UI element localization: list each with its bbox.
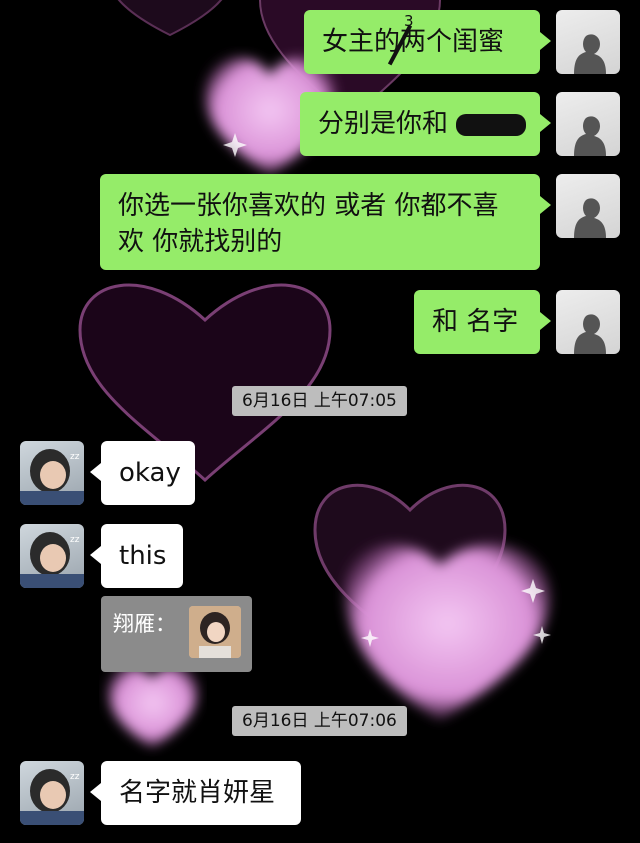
- message-bubble-friend[interactable]: 名字就肖妍星: [101, 761, 301, 825]
- strikethrough-text: 两3: [387, 13, 426, 66]
- message-text: 和 名字: [432, 307, 519, 337]
- timestamp: 6月16日 上午07:05: [232, 386, 407, 416]
- message-bubble-self[interactable]: 女主的两 3 个闺蜜: [304, 10, 540, 74]
- message-text: this: [119, 541, 167, 571]
- message-text-line: 你选一张你喜欢的 或者 你都不喜: [118, 191, 499, 221]
- message-text: 个闺蜜: [426, 27, 505, 57]
- message-text: 女主的: [322, 27, 401, 57]
- svg-text:zz: zz: [70, 452, 80, 462]
- correction-mark: 3: [404, 12, 414, 30]
- message-text: okay: [119, 458, 181, 488]
- timestamp: 6月16日 上午07:06: [232, 706, 407, 736]
- quoted-image-thumbnail[interactable]: [189, 606, 241, 658]
- quote-sender-label: 翔雁：: [113, 612, 176, 636]
- self-avatar-icon[interactable]: [556, 92, 620, 156]
- message-text-line: 欢 你就找别的: [118, 227, 283, 257]
- heart-decoration-icon: [117, 0, 223, 37]
- message-bubble-friend[interactable]: this: [101, 524, 183, 588]
- redacted-scribble: [456, 114, 526, 136]
- svg-text:zz: zz: [70, 772, 80, 782]
- svg-text:zz: zz: [70, 535, 80, 545]
- heart-decoration-icon: [108, 666, 198, 748]
- friend-avatar-icon[interactable]: zz: [20, 441, 84, 505]
- message-bubble-self[interactable]: 你选一张你喜欢的 或者 你都不喜 欢 你就找别的: [100, 174, 540, 270]
- self-avatar-icon[interactable]: [556, 290, 620, 354]
- self-avatar-icon[interactable]: [556, 174, 620, 238]
- self-avatar-icon[interactable]: [556, 10, 620, 74]
- message-text: 名字就肖妍星: [119, 778, 276, 808]
- friend-avatar-icon[interactable]: zz: [20, 524, 84, 588]
- message-bubble-friend[interactable]: okay: [101, 441, 195, 505]
- message-text: 分别是你和: [318, 109, 449, 139]
- friend-avatar-icon[interactable]: zz: [20, 761, 84, 825]
- heart-decoration-icon: [345, 544, 550, 720]
- message-bubble-self[interactable]: 和 名字: [414, 290, 540, 354]
- message-bubble-self[interactable]: 分别是你和: [300, 92, 540, 156]
- quoted-message[interactable]: 翔雁：: [101, 596, 252, 672]
